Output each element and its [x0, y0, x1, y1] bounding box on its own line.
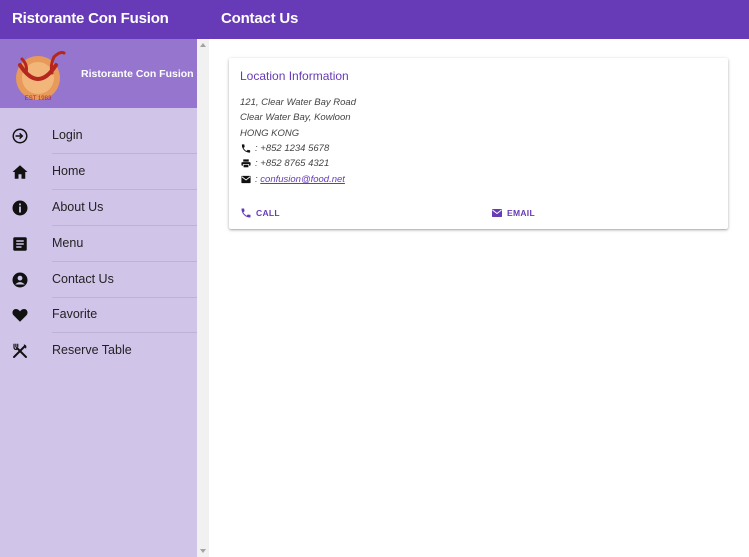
email-line: : confusion@food.net	[255, 174, 345, 185]
restaurant-logo: EST 1983	[16, 51, 66, 102]
drawer-header: EST 1983 Ristorante Con Fusion	[0, 39, 197, 108]
nav-label: Menu	[52, 236, 84, 250]
nav-item-about[interactable]: About Us	[0, 190, 197, 226]
nav-label: Reserve Table	[52, 343, 132, 357]
side-drawer: Ristorante Con Fusion EST 1983 Ristorant…	[0, 0, 209, 557]
nav-label: Contact Us	[52, 272, 114, 286]
page-title: Contact Us	[221, 10, 299, 27]
home-icon	[12, 165, 28, 179]
nav-label: About Us	[52, 200, 104, 214]
drawer-toolbar: Ristorante Con Fusion	[0, 0, 209, 39]
email-button-label: EMAIL	[507, 208, 535, 218]
address-line-3: HONG KONG	[240, 128, 300, 139]
scroll-up-icon[interactable]	[200, 43, 206, 47]
address-line-1: 121, Clear Water Bay Road	[240, 97, 356, 108]
logo-text: EST 1983	[25, 96, 52, 102]
menu-list-icon	[13, 237, 27, 251]
nav-item-menu[interactable]: Menu	[0, 226, 197, 262]
drawer-scrollbar[interactable]	[197, 39, 209, 557]
phone-icon	[241, 208, 251, 218]
cutlery-icon	[13, 343, 27, 358]
main-toolbar: Contact Us	[209, 0, 749, 39]
contact-icon	[12, 272, 28, 288]
email-button[interactable]: EMAIL	[491, 204, 535, 222]
scroll-down-icon[interactable]	[200, 549, 206, 553]
fax-number: : +852 8765 4321	[255, 158, 330, 169]
nav-label: Login	[52, 128, 83, 142]
nav-item-login[interactable]: Login	[0, 118, 197, 154]
fax-icon	[241, 159, 251, 168]
nav-label: Favorite	[52, 307, 98, 321]
call-button-label: CALL	[256, 208, 280, 218]
app-title: Ristorante Con Fusion	[12, 10, 169, 27]
email-icon	[241, 175, 251, 184]
card-title: Location Information	[240, 69, 349, 83]
email-link[interactable]: confusion@food.net	[260, 174, 345, 185]
nav-item-home[interactable]: Home	[0, 154, 197, 190]
address-line-2: Clear Water Bay, Kowloon	[240, 112, 351, 123]
phone-icon	[241, 144, 251, 153]
nav-item-favorite[interactable]: Favorite	[0, 297, 197, 333]
drawer-body: EST 1983 Ristorante Con Fusion Login Hom…	[0, 39, 197, 557]
drawer-header-title: Ristorante Con Fusion	[81, 68, 194, 80]
call-button[interactable]: CALL	[240, 204, 280, 222]
login-icon	[12, 128, 28, 144]
info-icon	[12, 200, 28, 216]
nav-item-reserve[interactable]: Reserve Table	[0, 333, 197, 369]
email-icon	[492, 209, 502, 217]
location-card: Location Information 121, Clear Water Ba…	[229, 58, 728, 229]
heart-icon	[12, 309, 28, 322]
phone-number: : +852 1234 5678	[255, 143, 330, 154]
nav-item-contact[interactable]: Contact Us	[0, 262, 197, 298]
nav-label: Home	[52, 164, 86, 178]
